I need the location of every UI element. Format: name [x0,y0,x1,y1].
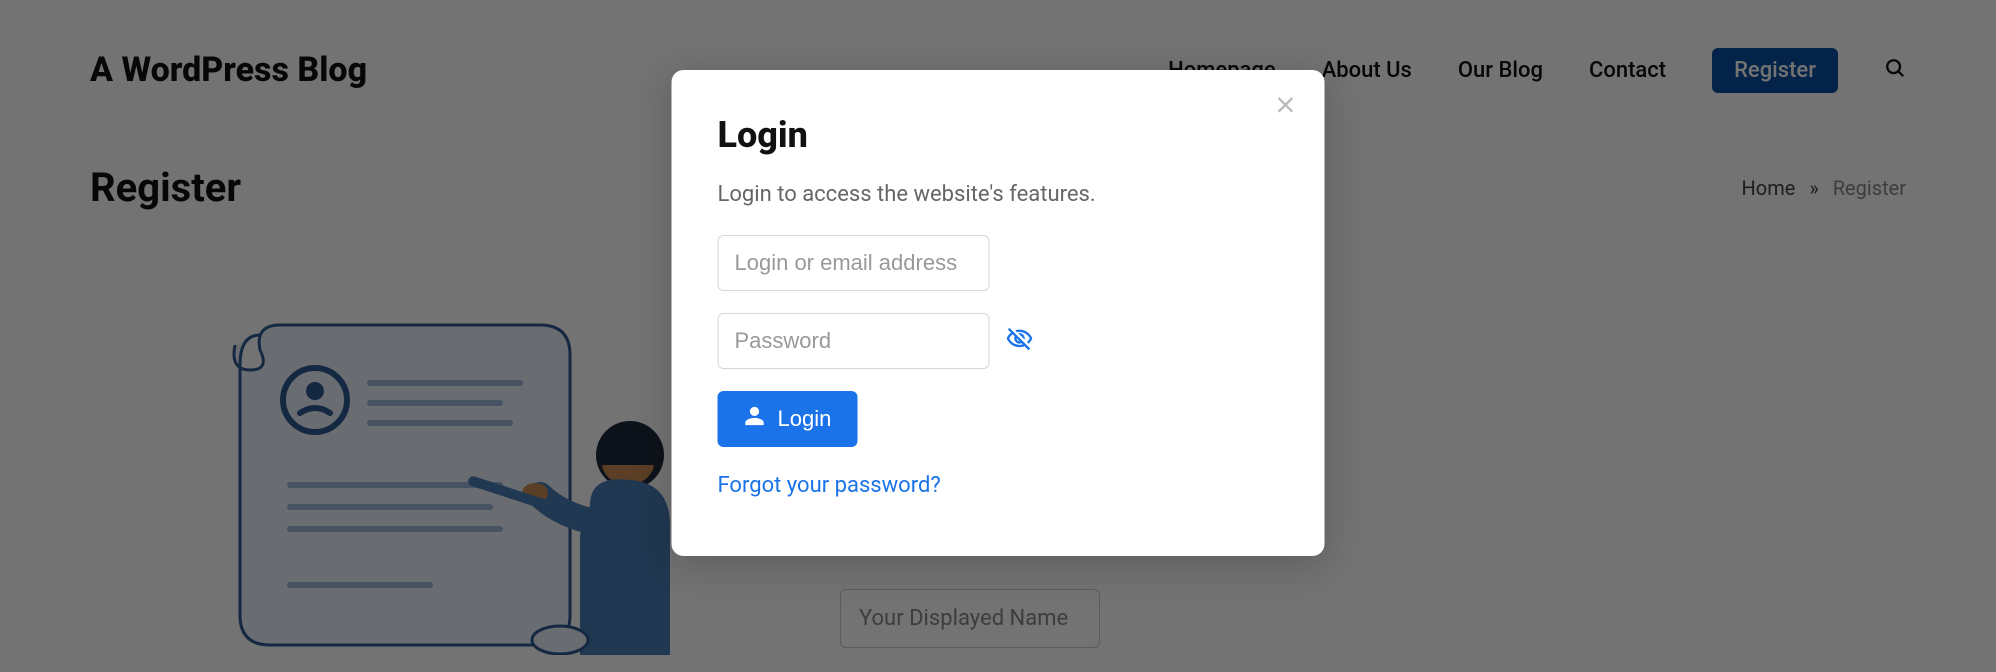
username-input[interactable] [718,235,990,291]
toggle-password-visibility-icon[interactable] [1006,325,1034,357]
login-modal: Login Login to access the website's feat… [672,70,1325,556]
login-button[interactable]: Login [718,391,858,447]
modal-subtitle: Login to access the website's features. [718,182,1279,207]
modal-title: Login [718,114,1279,156]
forgot-password-link[interactable]: Forgot your password? [718,473,1279,498]
close-icon[interactable] [1273,92,1299,122]
password-input[interactable] [718,313,990,369]
login-button-label: Login [778,406,832,432]
user-icon [744,405,766,433]
